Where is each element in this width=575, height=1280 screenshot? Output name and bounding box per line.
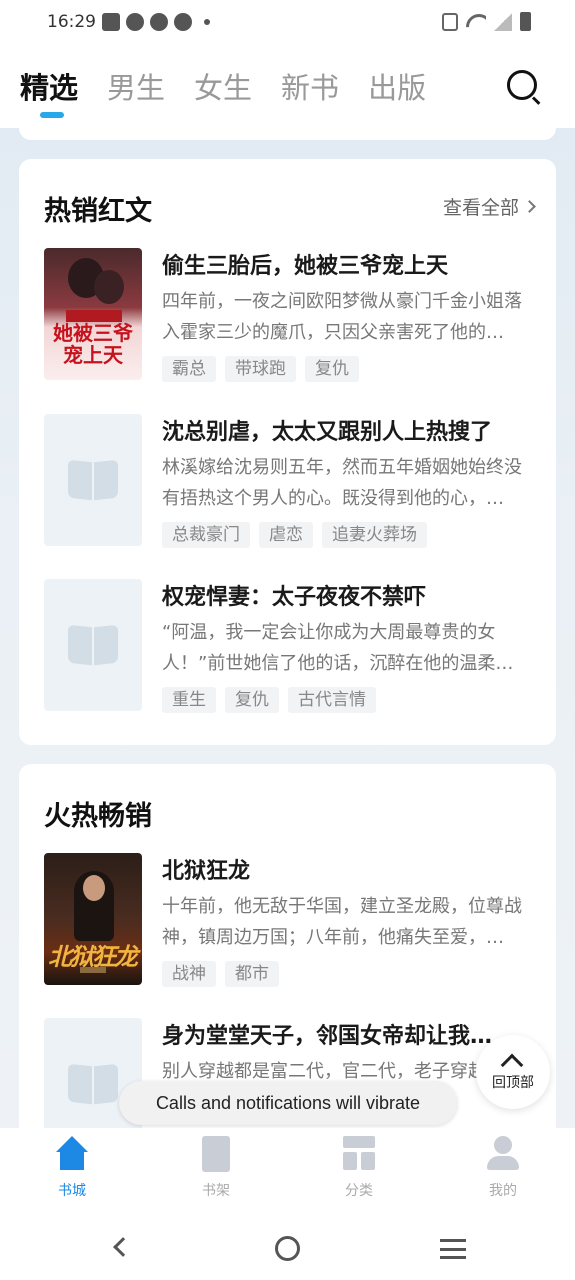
book-tag[interactable]: 重生 — [162, 687, 216, 713]
book-tag[interactable]: 古代言情 — [288, 687, 376, 713]
tab-female[interactable]: 女生 — [194, 68, 252, 108]
app-notification-icon — [174, 13, 192, 31]
book-tag[interactable]: 虐恋 — [259, 522, 313, 548]
book-tag[interactable]: 复仇 — [225, 687, 279, 713]
book-title: 北狱狂龙 — [162, 859, 251, 884]
book-tags: 战神 都市 — [162, 961, 279, 987]
notification-icon — [102, 13, 120, 31]
chevron-right-icon — [523, 200, 536, 213]
section-title: 热销红文 — [44, 196, 152, 227]
nav-label: 我的 — [489, 1183, 517, 1199]
active-tab-indicator — [40, 112, 64, 118]
tab-published[interactable]: 出版 — [368, 68, 426, 108]
section-title: 火热畅销 — [44, 801, 152, 832]
nav-label: 书架 — [202, 1183, 230, 1199]
book-item[interactable]: 她被三爷宠上天 偷生三胎后，她被三爷宠上天 四年前，一夜之间欧阳梦微从豪门千金小… — [44, 248, 534, 382]
tab-male[interactable]: 男生 — [107, 68, 165, 108]
book-placeholder-icon — [68, 459, 118, 501]
book-tag[interactable]: 总裁豪门 — [162, 522, 250, 548]
profile-icon — [485, 1136, 521, 1172]
bottom-nav: 书城 书架 分类 我的 — [0, 1128, 575, 1214]
book-placeholder-icon — [68, 624, 118, 666]
system-icons — [442, 12, 531, 31]
nav-bookstore[interactable]: 书城 — [27, 1136, 117, 1200]
category-icon — [343, 1136, 375, 1172]
nav-label: 书城 — [58, 1183, 86, 1199]
book-title: 偷生三胎后，她被三爷宠上天 — [162, 254, 449, 279]
book-tags: 总裁豪门 虐恋 追妻火葬场 — [162, 522, 427, 548]
category-tabs: 精选 男生 女生 新书 出版 — [20, 68, 455, 108]
book-title: 身为堂堂天子，邻国女帝却让我… — [162, 1024, 493, 1049]
feed-scroll-area[interactable]: 热销红文 查看全部 她被三爷宠上天 偷生三胎后，她被三爷宠上天 四年前，一夜之间… — [0, 128, 575, 1128]
book-cover-placeholder[interactable] — [44, 414, 142, 546]
wifi-icon — [466, 14, 486, 30]
book-placeholder-icon — [68, 1063, 118, 1105]
book-tag[interactable]: 都市 — [225, 961, 279, 987]
nav-label: 分类 — [345, 1183, 373, 1199]
book-tag[interactable]: 战神 — [162, 961, 216, 987]
back-to-top-button[interactable]: 回顶部 — [476, 1035, 550, 1109]
book-tag[interactable]: 追妻火葬场 — [322, 522, 427, 548]
home-icon — [54, 1136, 90, 1172]
see-all-button[interactable]: 查看全部 — [442, 193, 536, 220]
book-item[interactable]: 沈总别虐，太太又跟别人上热搜了 林溪嫁给沈易则五年，然而五年婚姻她始终没有捂热这… — [44, 414, 534, 548]
home-circle-icon[interactable] — [275, 1236, 300, 1261]
status-bar: 16:29 — [0, 0, 575, 48]
book-cover[interactable]: 她被三爷宠上天 — [44, 248, 142, 380]
book-title: 权宠悍妻：太子夜夜不禁吓 — [162, 585, 427, 610]
nav-profile[interactable]: 我的 — [458, 1136, 548, 1200]
section-hot-sellers: 热销红文 查看全部 她被三爷宠上天 偷生三胎后，她被三爷宠上天 四年前，一夜之间… — [19, 159, 556, 745]
nav-category[interactable]: 分类 — [314, 1136, 404, 1200]
signal-icon — [494, 12, 512, 31]
book-tag[interactable]: 带球跑 — [225, 356, 296, 382]
see-all-label: 查看全部 — [442, 197, 519, 219]
book-description: “阿温，我一定会让你成为大周最尊贵的女人！”前世她信了他的话，沉醉在他的温柔… — [162, 622, 514, 674]
book-description: 林溪嫁给沈易则五年，然而五年婚姻她始终没有捂热这个男人的心。既没得到他的心，… — [162, 457, 522, 509]
app-notification-icon — [150, 13, 168, 31]
book-item[interactable]: 北狱狂龙 北狱狂龙 十年前，他无敌于华国，建立圣龙殿，位尊战神，镇周边万国；八年… — [44, 853, 534, 987]
book-tags: 重生 复仇 古代言情 — [162, 687, 376, 713]
tab-new[interactable]: 新书 — [281, 68, 339, 108]
book-description: 十年前，他无敌于华国，建立圣龙殿，位尊战神，镇周边万国；八年前，他痛失至爱，… — [162, 896, 522, 948]
system-nav-bar — [0, 1214, 575, 1280]
book-tag[interactable]: 霸总 — [162, 356, 216, 382]
more-notifications-icon — [204, 19, 210, 25]
search-icon — [507, 70, 537, 100]
previous-card-edge — [19, 128, 556, 140]
back-to-top-label: 回顶部 — [492, 1075, 534, 1091]
notification-icons — [102, 13, 210, 31]
book-cover-placeholder[interactable] — [44, 579, 142, 711]
book-item[interactable]: 权宠悍妻：太子夜夜不禁吓 “阿温，我一定会让你成为大周最尊贵的女人！”前世她信了… — [44, 579, 534, 713]
top-header: 精选 男生 女生 新书 出版 — [0, 48, 575, 128]
book-tag[interactable]: 复仇 — [305, 356, 359, 382]
vibrate-icon — [442, 12, 458, 31]
status-time: 16:29 — [47, 12, 96, 32]
nav-bookshelf[interactable]: 书架 — [171, 1136, 261, 1200]
back-icon[interactable] — [113, 1237, 133, 1257]
cover-title: 她被三爷宠上天 — [53, 321, 133, 367]
book-description: 四年前，一夜之间欧阳梦微从豪门千金小姐落入霍家三少的魔爪，只因父亲害死了他的… — [162, 291, 522, 343]
book-title: 沈总别虐，太太又跟别人上热搜了 — [162, 420, 493, 445]
toast-message: Calls and notifications will vibrate — [119, 1081, 457, 1125]
book-cover[interactable]: 北狱狂龙 — [44, 853, 142, 985]
book-tags: 霸总 带球跑 复仇 — [162, 356, 359, 382]
bookshelf-icon — [202, 1136, 230, 1172]
app-notification-icon — [126, 13, 144, 31]
search-button[interactable] — [507, 70, 541, 105]
tab-featured[interactable]: 精选 — [20, 68, 78, 108]
battery-icon — [520, 12, 531, 31]
recents-icon[interactable] — [440, 1239, 466, 1259]
